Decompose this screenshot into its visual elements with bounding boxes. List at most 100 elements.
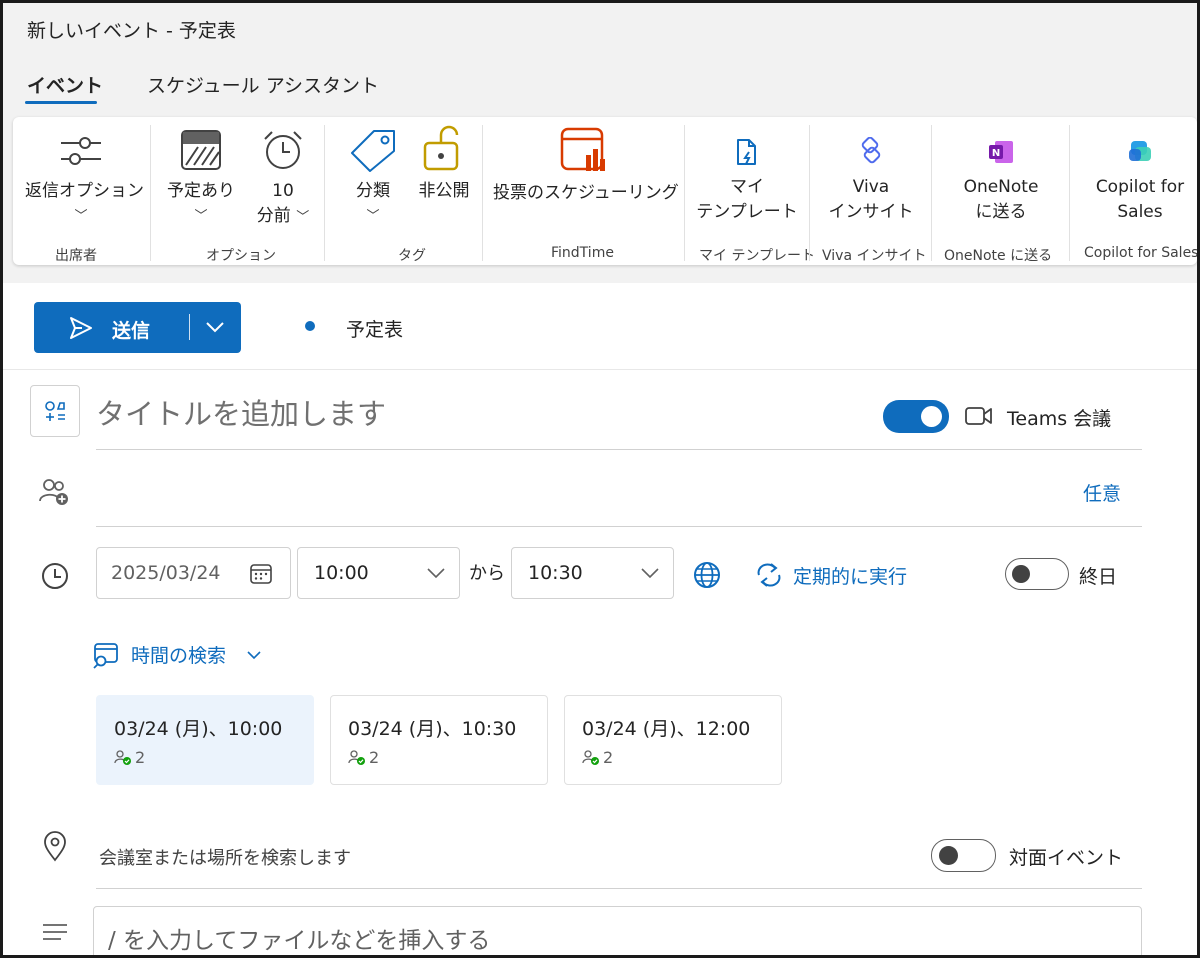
ribbon-group-copilot: Copilot for Sales Copilot for Sales [1070,117,1197,265]
slot-availability: 2 [114,748,145,767]
send-label: 送信 [112,320,151,342]
group-label-findtime: FindTime [551,245,614,261]
group-label-onenote: OneNote に送る [944,248,1053,264]
chevron-down-icon[interactable] [204,319,226,335]
ribbon-group-findtime: 投票のスケジューリング FindTime [483,117,684,265]
my-templates-button[interactable]: マイ テンプレート [693,137,801,225]
title-bar: 新しいイベント - 予定表 [3,3,1197,55]
people-available-icon [582,750,599,765]
divider [3,369,1197,370]
globe-icon[interactable] [692,560,722,590]
calendar-icon[interactable] [249,562,273,586]
shapes-icon [45,401,65,421]
from-label: から [469,563,505,584]
viva-insights-icon [861,137,881,164]
chevron-down-icon: ﹀ [74,209,88,224]
toggle-knob [1012,565,1030,583]
group-label-viva: Viva インサイト [822,248,927,264]
people-available-icon [348,750,365,765]
ribbon-group-templates: マイ テンプレート マイ テンプレート [685,117,815,265]
title-input[interactable]: タイトルを追加します [96,391,386,433]
chevron-down-icon [641,568,659,579]
window-title: 新しいイベント - 予定表 [27,20,236,42]
calendar-selector[interactable]: 予定表 [346,315,403,342]
tab-event[interactable]: イベント [27,71,103,98]
slot-availability: 2 [582,748,613,767]
chevron-down-icon: ﹀ [194,209,208,224]
suggested-time-slot[interactable]: 03/24 (月)、12:00 2 [564,695,782,785]
copilot-label-line2: Sales [1117,202,1163,222]
start-date-field[interactable]: 2025/03/24 [96,547,291,599]
my-templates-label-line2: テンプレート [696,202,798,222]
attendees-underline [96,526,1142,527]
optional-attendees-link[interactable]: 任意 [1083,479,1121,506]
in-person-label: 対面イベント [1009,847,1124,869]
find-time-label: 時間の検索 [131,645,227,667]
slot-availability: 2 [348,748,379,767]
start-date-value: 2025/03/24 [111,562,221,584]
lock-icon [423,125,459,171]
onenote-label-line2: に送る [975,202,1027,222]
end-time-select[interactable]: 10:30 [511,547,674,599]
group-label-attendees: 出席者 [55,248,97,264]
ribbon-group-viva: Viva インサイト Viva インサイト [810,117,931,265]
send-button[interactable]: 送信 [34,302,241,353]
reply-options-button[interactable]: 返信オプション ﹀ [25,129,144,229]
teams-meeting-toggle[interactable] [883,400,949,433]
ribbon: 返信オプション ﹀ 出席者 予定あり ﹀ 10 分前 ﹀ オプション 分類 ﹀ … [13,117,1197,265]
slot-datetime: 03/24 (月)、10:00 [114,718,283,740]
scheduling-poll-button[interactable]: 投票のスケジューリング [493,125,679,206]
reminder-minutes: 10 [272,181,294,201]
text-lines-icon [43,924,67,940]
event-body-editor[interactable]: / を入力してファイルなどを挿入する [93,906,1142,955]
event-body-placeholder: / を入力してファイルなどを挿入する [108,928,491,954]
location-pin-icon [44,831,66,862]
onenote-icon: N [989,141,1013,163]
start-time-value: 10:00 [314,562,369,584]
viva-label-line1: Viva [852,177,890,197]
event-icon-picker[interactable] [30,385,80,437]
send-to-onenote-button[interactable]: N OneNote に送る [942,137,1060,225]
group-label-templates: マイ テンプレート [699,248,816,264]
private-label: 非公開 [418,181,470,201]
ribbon-group-attendees: 返信オプション ﹀ 出席者 [13,117,150,265]
categorize-label: 分類 [356,181,390,201]
copilot-for-sales-button[interactable]: Copilot for Sales [1084,137,1196,225]
viva-insights-button[interactable]: Viva インサイト [816,137,926,225]
people-available-icon [114,750,131,765]
tab-scheduling-assistant[interactable]: スケジュール アシスタント [147,71,379,98]
show-as-button[interactable]: 予定あり ﹀ [159,127,243,229]
in-person-toggle[interactable] [931,839,996,872]
scheduling-poll-label: 投票のスケジューリング [493,183,679,203]
ribbon-group-onenote: N OneNote に送る OneNote に送る [932,117,1069,265]
location-input[interactable]: 会議室または場所を検索します [99,844,351,870]
location-underline [96,888,1142,889]
calendar-color-dot [305,321,315,331]
suggested-time-slot[interactable]: 03/24 (月)、10:00 2 [96,695,314,785]
reply-options-label: 返信オプション [25,181,144,201]
slot-attendee-count: 2 [369,748,380,767]
group-label-copilot: Copilot for Sales [1084,245,1197,261]
show-as-label: 予定あり [167,181,235,201]
private-button[interactable]: 非公開 [411,123,477,204]
end-time-value: 10:30 [528,562,583,584]
group-label-tags: タグ [398,248,426,264]
all-day-toggle[interactable] [1005,558,1069,590]
suggested-time-slot[interactable]: 03/24 (月)、10:30 2 [330,695,548,785]
repeat-icon [757,563,781,587]
event-window: 新しいイベント - 予定表 イベント スケジュール アシスタント 返信オプション… [0,0,1200,958]
send-icon [70,317,92,339]
chevron-down-icon [247,651,261,660]
chevron-down-icon: ﹀ [296,210,310,225]
tag-icon [351,130,395,172]
slot-datetime: 03/24 (月)、10:30 [348,718,517,740]
reply-options-icon [61,137,101,165]
reminder-button[interactable]: 10 分前 ﹀ [243,127,323,230]
start-time-select[interactable]: 10:00 [297,547,460,599]
teams-meeting-label: Teams 会議 [1007,408,1112,430]
ribbon-group-options: 予定あり ﹀ 10 分前 ﹀ オプション [151,117,323,265]
make-recurring-link[interactable]: 定期的に実行 [793,562,907,589]
reminder-unit: 分前 ﹀ [256,206,310,226]
findtime-icon [560,127,605,171]
categorize-button[interactable]: 分類 ﹀ [343,127,403,229]
